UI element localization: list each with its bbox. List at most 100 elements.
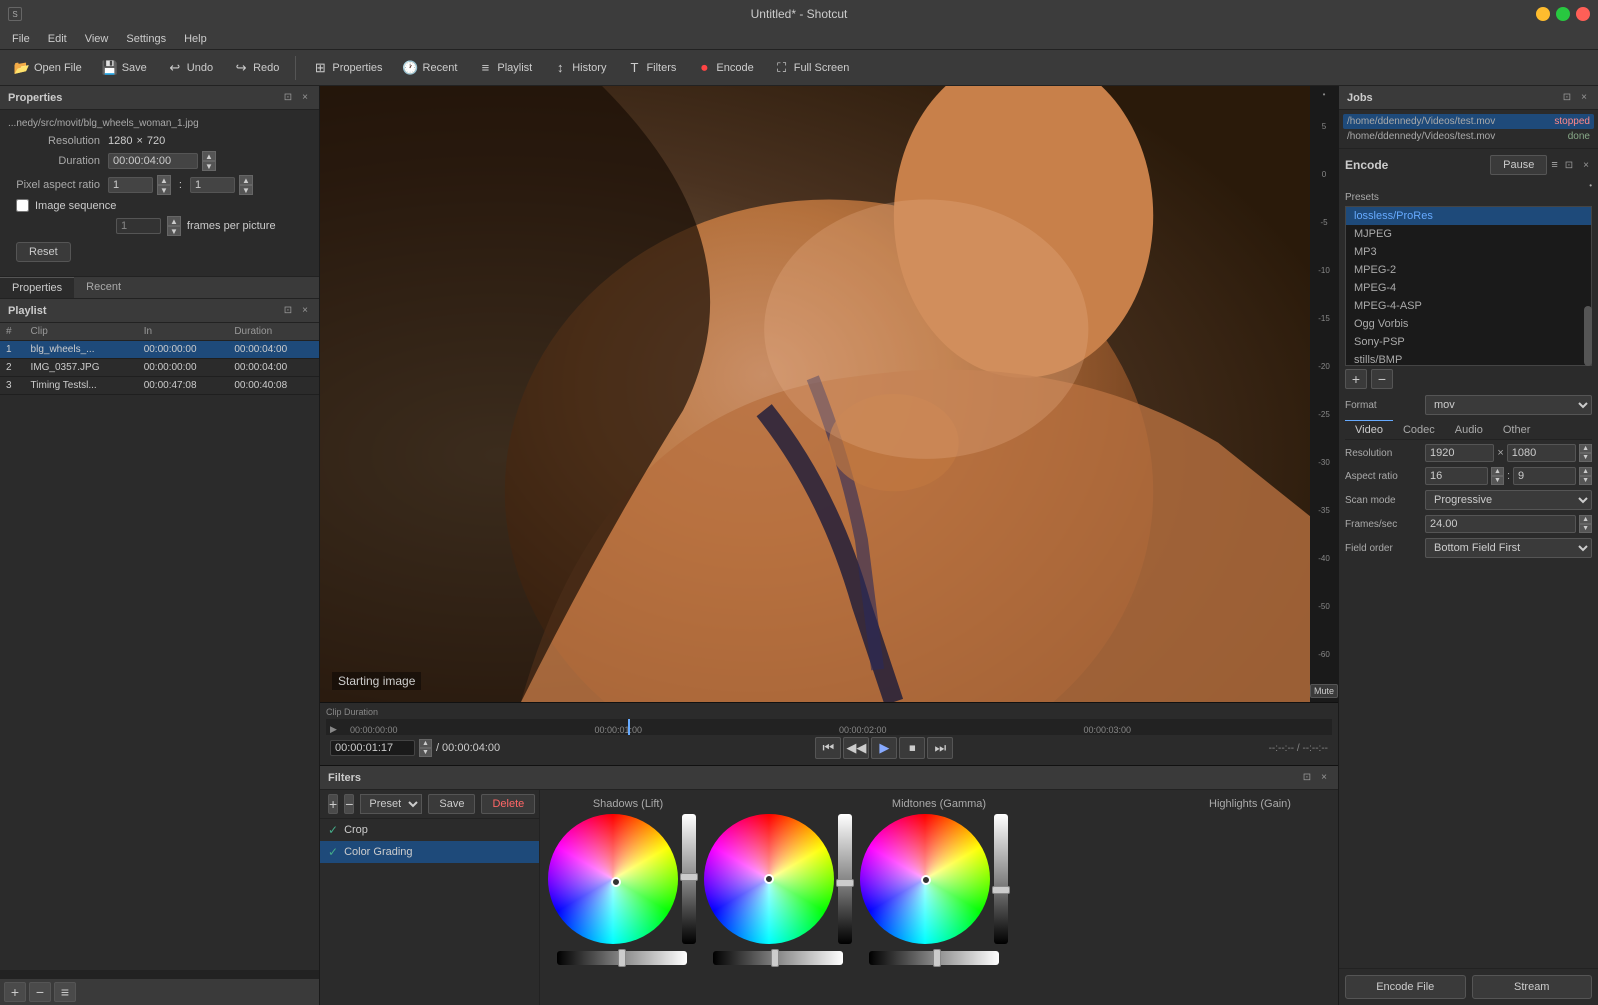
- highlights-wheel[interactable]: [860, 814, 990, 944]
- timeline-ruler[interactable]: ▶ 00:00:00:00 00:00:01:00 00:00:02:00 00…: [326, 719, 1332, 735]
- filter-remove-btn[interactable]: −: [344, 794, 354, 814]
- midtones-wheel[interactable]: [704, 814, 834, 944]
- time-down[interactable]: ▼: [419, 748, 432, 757]
- highlights-vslider[interactable]: [994, 814, 1008, 944]
- menu-file[interactable]: File: [4, 31, 38, 47]
- playlist-remove-btn[interactable]: −: [29, 982, 51, 1002]
- playlist-float-btn[interactable]: ⊡: [281, 304, 295, 317]
- filter-item-crop[interactable]: ✓ Crop: [320, 819, 539, 841]
- filter-preset-select[interactable]: Preset: [360, 794, 422, 814]
- filters-float-btn[interactable]: ⊡: [1300, 771, 1314, 784]
- jobs-close-btn[interactable]: ×: [1578, 91, 1590, 104]
- close-button[interactable]: [1576, 7, 1590, 21]
- jobs-float-btn[interactable]: ⊡: [1560, 91, 1574, 104]
- shadows-vslider[interactable]: [682, 814, 696, 944]
- pause-button[interactable]: Pause: [1490, 155, 1547, 175]
- encode-button[interactable]: ⏺ Encode: [688, 57, 761, 79]
- res-w-input[interactable]: [1425, 444, 1494, 462]
- duration-input[interactable]: [108, 153, 198, 169]
- list-item[interactable]: Sony-PSP: [1346, 333, 1591, 351]
- current-time-input[interactable]: [330, 740, 415, 756]
- midtones-vslider[interactable]: [838, 814, 852, 944]
- image-sequence-checkbox[interactable]: [16, 199, 29, 212]
- menu-help[interactable]: Help: [176, 31, 215, 47]
- playlist-button[interactable]: ≡ Playlist: [469, 57, 540, 79]
- encode-float-btn[interactable]: ⊡: [1562, 159, 1576, 172]
- filter-add-btn[interactable]: +: [328, 794, 338, 814]
- tab-properties[interactable]: Properties: [0, 277, 74, 298]
- table-row[interactable]: 3Timing Testsl...00:00:47:0800:00:40:08: [0, 377, 319, 395]
- encode-file-button[interactable]: Encode File: [1345, 975, 1466, 999]
- res-up[interactable]: ▲: [1579, 444, 1592, 453]
- fps-up[interactable]: ▲: [1579, 515, 1592, 524]
- playlist-close-btn[interactable]: ×: [299, 304, 311, 317]
- pa2-down[interactable]: ▼: [239, 185, 253, 195]
- pa1-down[interactable]: ▼: [157, 185, 171, 195]
- shadows-wheel[interactable]: [548, 814, 678, 944]
- redo-button[interactable]: ↪ Redo: [225, 57, 287, 79]
- format-select[interactable]: mov: [1425, 395, 1592, 415]
- aspect-w-down[interactable]: ▼: [1491, 476, 1504, 485]
- tab-recent[interactable]: Recent: [74, 277, 133, 298]
- shadows-hslider[interactable]: [557, 951, 687, 965]
- filter-delete-btn[interactable]: Delete: [481, 794, 535, 814]
- menu-edit[interactable]: Edit: [40, 31, 75, 47]
- aspect-h-up[interactable]: ▲: [1579, 467, 1592, 476]
- job-item[interactable]: /home/ddennedy/Videos/test.movstopped: [1343, 114, 1594, 129]
- encode-close-btn[interactable]: ×: [1580, 159, 1592, 172]
- minimize-button[interactable]: [1536, 7, 1550, 21]
- scan-select[interactable]: Progressive: [1425, 490, 1592, 510]
- fps-down[interactable]: ▼: [1579, 524, 1592, 533]
- etab-audio[interactable]: Audio: [1445, 420, 1493, 439]
- history-button[interactable]: ↕ History: [544, 57, 614, 79]
- fps-input[interactable]: [1425, 515, 1576, 533]
- maximize-button[interactable]: [1556, 7, 1570, 21]
- filter-save-btn[interactable]: Save: [428, 794, 475, 814]
- aspect-w-input[interactable]: [1425, 467, 1488, 485]
- stop-btn[interactable]: ⏹: [899, 737, 925, 759]
- job-item[interactable]: /home/ddennedy/Videos/test.movdone: [1343, 129, 1594, 144]
- filters-button[interactable]: T Filters: [618, 57, 684, 79]
- presets-scrollbar[interactable]: [1584, 306, 1592, 366]
- pa2-up[interactable]: ▲: [239, 175, 253, 185]
- repeat-up[interactable]: ▲: [167, 216, 181, 226]
- time-up[interactable]: ▲: [419, 739, 432, 748]
- rewind-btn[interactable]: ◀◀: [843, 737, 869, 759]
- res-h-input[interactable]: [1507, 444, 1576, 462]
- etab-codec[interactable]: Codec: [1393, 420, 1445, 439]
- duration-down[interactable]: ▼: [202, 161, 216, 171]
- list-item[interactable]: MPEG-4-ASP: [1346, 297, 1591, 315]
- properties-button[interactable]: ⊞ Properties: [304, 57, 390, 79]
- properties-float-button[interactable]: ⊡: [281, 91, 295, 104]
- preset-add-btn[interactable]: +: [1345, 369, 1367, 389]
- res-down[interactable]: ▼: [1579, 453, 1592, 462]
- playlist-add-btn[interactable]: +: [4, 982, 26, 1002]
- table-row[interactable]: 1blg_wheels_...00:00:00:0000:00:04:00: [0, 341, 319, 359]
- etab-other[interactable]: Other: [1493, 420, 1541, 439]
- properties-close-button[interactable]: ×: [299, 91, 311, 104]
- menu-view[interactable]: View: [77, 31, 117, 47]
- list-item[interactable]: MP3: [1346, 243, 1591, 261]
- etab-video[interactable]: Video: [1345, 420, 1393, 439]
- prev-frame-btn[interactable]: ⏮: [815, 737, 841, 759]
- preset-remove-btn[interactable]: −: [1371, 369, 1393, 389]
- aspect-w-up[interactable]: ▲: [1491, 467, 1504, 476]
- aspect-h-input[interactable]: [1513, 467, 1576, 485]
- repeat-input[interactable]: [116, 218, 161, 234]
- mute-button[interactable]: Mute: [1310, 684, 1338, 698]
- table-row[interactable]: 2IMG_0357.JPG00:00:00:0000:00:04:00: [0, 359, 319, 377]
- pixel-aspect-2-input[interactable]: [190, 177, 235, 193]
- list-item[interactable]: MPEG-4: [1346, 279, 1591, 297]
- recent-button[interactable]: 🕐 Recent: [395, 57, 466, 79]
- playlist-scrollbar[interactable]: [0, 970, 319, 978]
- playlist-menu-btn[interactable]: ≡: [54, 982, 76, 1002]
- duration-up[interactable]: ▲: [202, 151, 216, 161]
- list-item[interactable]: MJPEG: [1346, 225, 1591, 243]
- aspect-h-down[interactable]: ▼: [1579, 476, 1592, 485]
- open-file-button[interactable]: 📂 Open File: [6, 57, 90, 79]
- reset-button[interactable]: Reset: [16, 242, 71, 262]
- list-item[interactable]: MPEG-2: [1346, 261, 1591, 279]
- repeat-down[interactable]: ▼: [167, 226, 181, 236]
- save-button[interactable]: 💾 Save: [94, 57, 155, 79]
- field-select[interactable]: Bottom Field First: [1425, 538, 1592, 558]
